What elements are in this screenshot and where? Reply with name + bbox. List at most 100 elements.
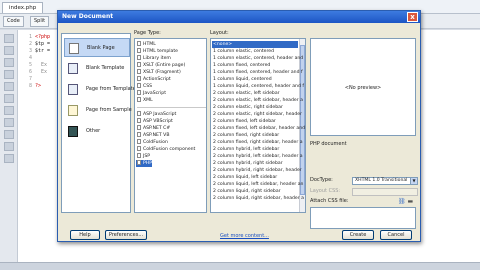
code-line: 8 ?> — [20, 83, 41, 90]
category-label: Page from Template — [86, 86, 136, 92]
layout-item[interactable]: <none> — [212, 41, 298, 48]
line-numbers-icon[interactable] — [4, 82, 14, 91]
layout-item[interactable]: 2 column fixed, right sidebar — [212, 132, 298, 139]
layout-item[interactable]: 2 column liquid, right sidebar, header a — [212, 195, 304, 202]
new-document-dialog: New Document x Blank Page Blank Template P… — [57, 10, 421, 242]
layout-item[interactable]: 1 column elastic, centered — [212, 48, 298, 55]
close-icon[interactable]: x — [407, 12, 418, 22]
split-view-button[interactable]: Split — [30, 16, 50, 27]
code-line: 1 <?php — [20, 34, 50, 41]
layout-item[interactable]: 2 column fixed, left sidebar, header and — [212, 125, 305, 132]
line-number: 8 — [28, 83, 32, 89]
link-icon[interactable]: ⛓ — [398, 198, 406, 205]
page-type-list[interactable]: HTML HTML template Library item XSLT (Entir… — [134, 38, 207, 213]
layout-item[interactable]: 2 column fixed, left sidebar — [212, 118, 298, 125]
layout-item[interactable]: 2 column elastic, left sidebar, header a — [212, 97, 303, 104]
layout-item[interactable]: 2 column liquid, left sidebar, header an — [212, 181, 303, 188]
page-type-item[interactable]: XSLT (Entire page) — [136, 62, 185, 69]
layout-item[interactable]: 1 column liquid, centered — [212, 76, 298, 83]
coding-toolbar — [0, 30, 18, 270]
cancel-button[interactable]: Cancel — [380, 230, 412, 240]
select-parent-tag-icon[interactable] — [4, 70, 14, 79]
remove-comment-icon[interactable] — [4, 142, 14, 151]
code-line: 6 Ex — [20, 69, 47, 76]
indent-icon[interactable] — [4, 154, 14, 163]
open-documents-icon[interactable] — [4, 34, 14, 43]
get-more-content-link[interactable]: Get more content... — [220, 233, 269, 239]
page-type-item[interactable]: HTML template — [136, 48, 178, 55]
document-tab[interactable]: index.php — [2, 2, 44, 13]
document-icon — [137, 146, 141, 151]
expand-all-icon[interactable] — [4, 58, 14, 67]
chevron-down-icon[interactable]: ▼ — [410, 178, 417, 184]
code-text: $tp = — [35, 41, 51, 47]
status-bar — [0, 262, 480, 270]
code-text: <?php — [35, 34, 51, 40]
page-type-item[interactable]: XSLT (Fragment) — [136, 69, 181, 76]
page-type-item[interactable]: ColdFusion — [136, 139, 168, 146]
help-button[interactable]: Help — [70, 230, 100, 240]
page-type-item[interactable]: PHP — [136, 160, 152, 167]
word-wrap-icon[interactable] — [4, 106, 14, 115]
code-text: Ex — [35, 62, 48, 68]
page-type-item[interactable]: ASP VBScript — [136, 118, 173, 125]
document-icon — [137, 111, 141, 116]
page-type-item[interactable]: ColdFusion component — [136, 146, 195, 153]
layout-item[interactable]: 2 column liquid, right sidebar — [212, 188, 298, 195]
page-type-item[interactable]: ASP JavaScript — [136, 111, 176, 118]
page-type-item[interactable]: ASP.NET VB — [136, 132, 169, 139]
page-type-item[interactable]: CSS — [136, 83, 152, 90]
line-number: 5 — [28, 62, 32, 68]
layout-label: Layout: — [210, 30, 229, 36]
apply-comment-icon[interactable] — [4, 130, 14, 139]
line-number: 4 — [28, 55, 32, 61]
collapse-tag-icon[interactable] — [4, 46, 14, 55]
doctype-label: DocType: — [310, 177, 333, 183]
layout-item[interactable]: 2 column hybrid, right sidebar — [212, 160, 298, 167]
syntax-coloring-icon[interactable] — [4, 118, 14, 127]
code-line: 3 $tr = — [20, 48, 50, 55]
document-icon — [137, 125, 141, 130]
code-line: 5 Ex — [20, 62, 47, 69]
page-type-item[interactable]: ASP.NET C# — [136, 125, 170, 132]
layout-item[interactable]: 1 column liquid, centered, header and f — [212, 83, 304, 90]
layout-item[interactable]: 2 column elastic, right sidebar — [212, 104, 298, 111]
layout-item[interactable]: 2 column hybrid, right sidebar, header — [212, 167, 302, 174]
category-item[interactable]: Page from Template — [64, 80, 136, 99]
page-type-item[interactable]: ActionScript — [136, 76, 171, 83]
highlight-invalid-icon[interactable] — [4, 94, 14, 103]
category-item[interactable]: Page from Sample — [64, 101, 132, 120]
layout-item[interactable]: 1 column fixed, centered, header and f — [212, 69, 303, 76]
layout-item[interactable]: 2 column elastic, right sidebar, header — [212, 111, 302, 118]
layout-item[interactable]: 2 column hybrid, left sidebar — [212, 146, 298, 153]
layout-list[interactable]: <none> 1 column elastic, centered 1 column… — [210, 38, 306, 213]
page-type-item[interactable]: JavaScript — [136, 90, 166, 97]
page-type-item[interactable]: JSP — [136, 153, 150, 160]
page-type-label: Page Type: — [134, 30, 161, 36]
document-icon — [137, 83, 141, 88]
layout-item[interactable]: 2 column elastic, left sidebar — [212, 90, 298, 97]
create-button[interactable]: Create — [342, 230, 374, 240]
page-type-item[interactable]: HTML — [136, 41, 156, 48]
code-text: Ex — [35, 69, 48, 75]
delete-icon[interactable]: ▬ — [408, 198, 414, 205]
template-icon — [68, 63, 78, 74]
preview-pane: <No preview> — [310, 38, 416, 136]
page-type-label: XSLT (Entire page) — [143, 63, 186, 68]
sample-icon — [68, 105, 78, 116]
doctype-select[interactable]: XHTML 1.0 Transitional ▼ — [352, 177, 418, 185]
page-type-label: Library item — [143, 56, 171, 61]
attached-css-list[interactable] — [310, 207, 416, 229]
layout-item[interactable]: 2 column hybrid, left sidebar, header a — [212, 153, 303, 160]
layout-item[interactable]: 1 column fixed, centered — [212, 62, 298, 69]
page-type-item[interactable]: XML — [136, 97, 153, 104]
layout-item[interactable]: 1 column elastic, centered, header and — [212, 55, 303, 62]
category-item[interactable]: Blank Template — [64, 59, 130, 78]
category-item[interactable]: Other — [64, 122, 130, 141]
layout-item[interactable]: 2 column fixed, right sidebar, header a — [212, 139, 303, 146]
category-item[interactable]: Blank Page — [64, 38, 130, 57]
page-type-item[interactable]: Library item — [136, 55, 171, 62]
code-view-button[interactable]: Code — [3, 16, 24, 27]
layout-item[interactable]: 2 column liquid, left sidebar — [212, 174, 298, 181]
preferences-button[interactable]: Preferences... — [105, 230, 147, 240]
